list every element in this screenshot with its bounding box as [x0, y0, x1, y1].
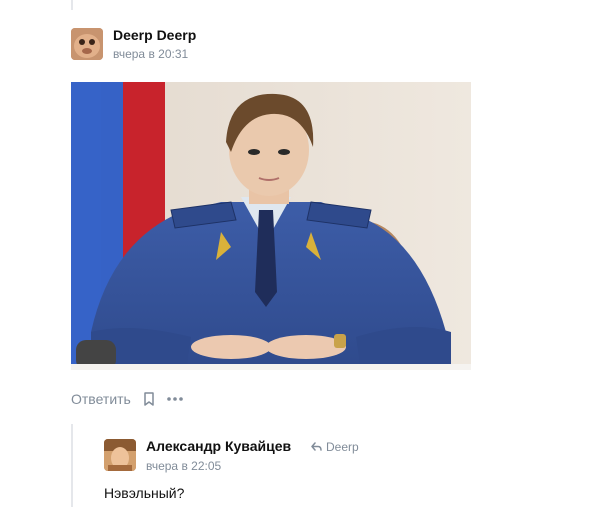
- thread-line: [71, 0, 73, 10]
- comment-timestamp[interactable]: вчера в 20:31: [113, 47, 188, 61]
- comment-actions: Ответить: [71, 390, 183, 408]
- comment-photo[interactable]: [71, 82, 471, 370]
- reply-author[interactable]: Александр Кувайцев: [146, 438, 291, 454]
- avatar-image: [71, 28, 103, 60]
- more-dots-icon[interactable]: [167, 397, 183, 401]
- reply-button[interactable]: Ответить: [71, 391, 131, 407]
- reply-arrow-icon: [311, 440, 322, 454]
- bookmark-icon[interactable]: [143, 392, 155, 406]
- photo-image: [71, 82, 471, 370]
- reply-to-name: Deerp: [326, 440, 359, 454]
- comment-author[interactable]: Deerp Deerp: [113, 27, 196, 43]
- reply-to-link[interactable]: Deerp: [311, 440, 359, 454]
- reply-avatar-image: [104, 439, 136, 471]
- reply-avatar[interactable]: [104, 439, 136, 471]
- avatar[interactable]: [71, 28, 103, 60]
- reply-thread-line: [71, 424, 73, 507]
- comments-section: Deerp Deerp вчера в 20:31 Ответить Алекс…: [0, 0, 610, 507]
- reply-text: Нэвэльный?: [104, 485, 185, 501]
- reply-timestamp[interactable]: вчера в 22:05: [146, 459, 221, 473]
